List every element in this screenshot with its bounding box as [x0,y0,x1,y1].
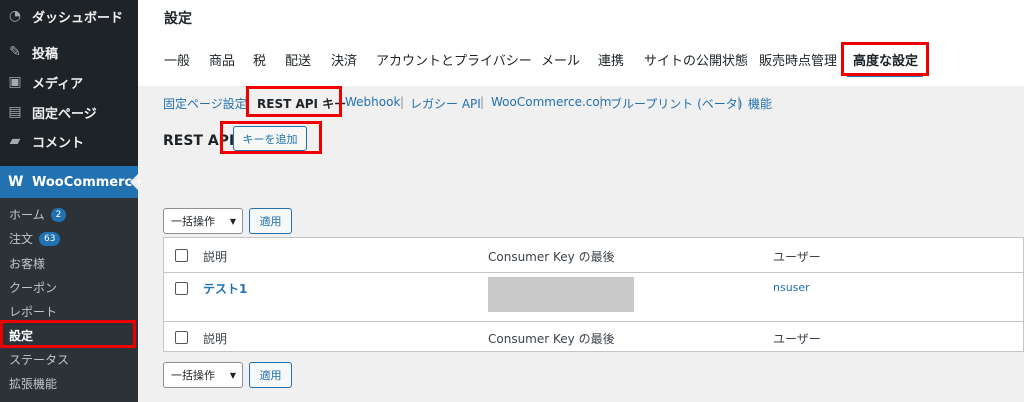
submenu-label: クーポン [9,281,58,295]
active-tab-indicator [847,74,923,77]
submenu-label: お客様 [9,257,46,271]
table-row: テスト1 nsuser [164,273,1024,321]
page-icon: ▤ [8,104,22,120]
section-link-features[interactable]: 機能 [748,95,772,112]
tab-products[interactable]: 商品 [209,50,235,69]
comment-icon: ▰ [9,133,21,149]
add-key-button[interactable]: キーを追加 [233,126,307,151]
submenu-item-home[interactable]: ホーム 2 [9,206,67,223]
section-separator: | [737,95,742,109]
tab-advanced[interactable]: 高度な設定 [853,50,918,69]
dashboard-icon: ◔ [8,8,22,24]
sidebar-item-label: ダッシュボード [32,10,124,26]
sidebar-item-media[interactable]: ▣ メディア [0,72,138,92]
select-all-checkbox-bottom[interactable] [175,331,188,344]
submenu-label: ホーム [9,208,45,222]
bulk-action-select-bottom[interactable]: 一括操作 ▼ [163,362,243,388]
sidebar-item-label: コメント [32,135,85,151]
column-footer-user: ユーザー [773,332,821,346]
api-keys-table: 説明 Consumer Key の最後 ユーザー テスト1 nsuser 説明 … [163,237,1024,352]
section-separator: | [244,95,249,109]
submenu-item-coupons[interactable]: クーポン [9,279,57,296]
consumer-key-redacted [488,277,634,312]
apply-button-top[interactable]: 適用 [249,208,292,234]
row-checkbox[interactable] [175,282,188,295]
key-description-link[interactable]: テスト1 [203,280,247,297]
sidebar-item-posts[interactable]: ✎ 投稿 [0,42,138,62]
bulk-action-label: 一括操作 [171,369,215,382]
admin-sidebar: ◔ ダッシュボード ✎ 投稿 ▣ メディア ▤ 固定ページ ▰ コメント W W… [0,0,142,402]
section-link-woocommerce-com[interactable]: WooCommerce.com [491,95,611,109]
column-header-description[interactable]: 説明 [203,248,227,265]
current-menu-arrow [130,174,138,190]
column-footer-consumer-key: Consumer Key の最後 [488,332,615,346]
section-link-rest-api-keys[interactable]: REST API キー [257,95,346,112]
submenu-item-extensions[interactable]: 拡張機能 [9,375,57,392]
section-link-blueprint[interactable]: ブループリント (ベータ) [610,95,742,112]
main-content: 設定 一般 商品 税 配送 決済 アカウントとプライバシー メール 連携 サイト… [138,0,1024,402]
sidebar-item-dashboard[interactable]: ◔ ダッシュボード [0,6,138,26]
tab-tax[interactable]: 税 [253,50,266,69]
chevron-down-icon: ▼ [229,370,236,380]
orders-count-badge: 63 [39,231,61,246]
tab-integration[interactable]: 連携 [598,50,624,69]
section-separator: | [599,95,604,109]
column-footer-description[interactable]: 説明 [203,330,227,347]
column-header-consumer-key: Consumer Key の最後 [488,250,615,264]
tab-point-of-sale[interactable]: 販売時点管理 [759,50,837,69]
section-separator: | [480,95,485,109]
submenu-label: 設定 [9,329,34,343]
section-link-page-setup[interactable]: 固定ページ設定 [163,95,247,112]
submenu-item-reports[interactable]: レポート [9,303,57,320]
sidebar-item-woocommerce[interactable]: W WooCommerce [0,166,142,198]
sidebar-item-comments[interactable]: ▰ コメント [0,131,138,151]
section-heading: REST API [163,133,235,149]
submenu-label: レポート [9,305,58,319]
woocommerce-submenu: ホーム 2 注文 63 お客様 クーポン レポート 設定 ステータス 拡張機能 [0,198,138,402]
home-count-badge: 2 [50,207,67,222]
submenu-label: 注文 [9,232,34,246]
apply-button-bottom[interactable]: 適用 [249,362,292,388]
bulk-action-label: 一括操作 [171,215,215,228]
submenu-item-customers[interactable]: お客様 [9,255,45,272]
table-footer: 説明 Consumer Key の最後 ユーザー [164,322,1024,352]
sidebar-item-pages[interactable]: ▤ 固定ページ [0,102,138,122]
table-header: 説明 Consumer Key の最後 ユーザー [164,238,1024,272]
select-all-checkbox[interactable] [175,249,188,262]
submenu-label: 拡張機能 [9,377,58,391]
tab-email[interactable]: メール [541,50,580,69]
settings-header: 設定 一般 商品 税 配送 決済 アカウントとプライバシー メール 連携 サイト… [138,0,1024,86]
bulk-action-select-top[interactable]: 一括操作 ▼ [163,208,243,234]
tab-shipping[interactable]: 配送 [285,50,311,69]
section-separator: | [400,95,405,109]
submenu-item-status[interactable]: ステータス [9,351,69,368]
column-header-user: ユーザー [773,250,821,264]
submenu-item-orders[interactable]: 注文 63 [9,230,61,247]
sidebar-item-label: 投稿 [32,46,59,62]
woo-icon: W [8,174,24,190]
submenu-item-settings[interactable]: 設定 [9,327,33,344]
section-link-webhook[interactable]: Webhook [345,95,400,109]
key-user-link[interactable]: nsuser [773,281,810,294]
sidebar-item-label: WooCommerce [32,174,142,190]
pin-icon: ✎ [9,44,21,60]
sidebar-item-label: 固定ページ [32,106,97,122]
submenu-label: ステータス [9,353,70,367]
tab-site-visibility[interactable]: サイトの公開状態 [644,50,748,69]
chevron-down-icon: ▼ [229,216,236,226]
sidebar-item-label: メディア [32,76,84,92]
tab-general[interactable]: 一般 [164,50,190,69]
media-icon: ▣ [8,74,22,90]
section-link-legacy-api[interactable]: レガシー API [410,95,481,112]
tab-payments[interactable]: 決済 [331,50,357,69]
page-title: 設定 [164,11,192,27]
tab-accounts-privacy[interactable]: アカウントとプライバシー [376,50,532,69]
